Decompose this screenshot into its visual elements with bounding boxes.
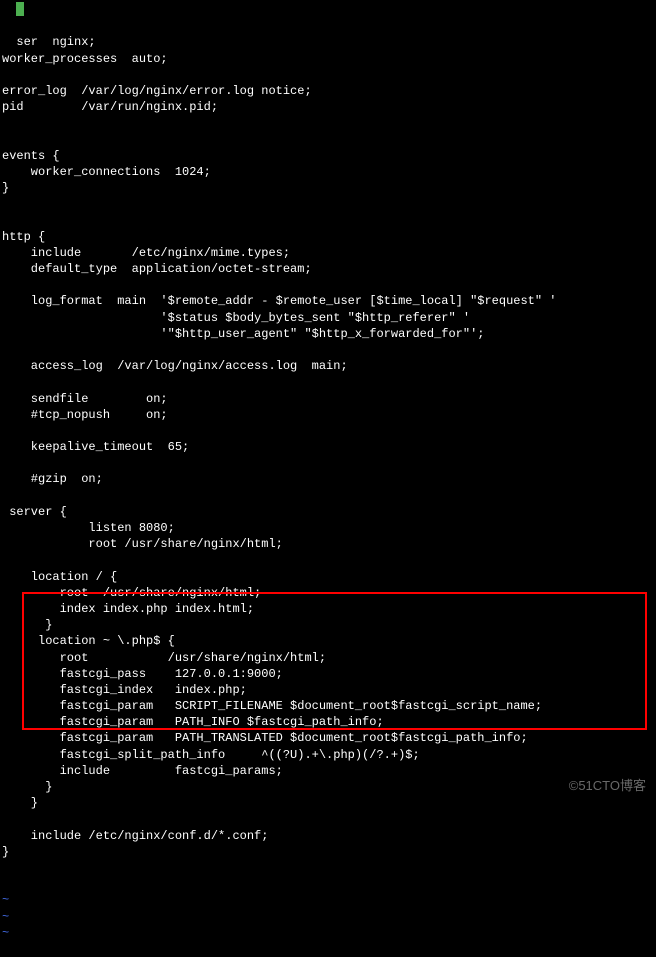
config-text: ser nginx; worker_processes auto; error_… <box>2 34 654 860</box>
tilde-lines: ~~~ <box>2 892 654 941</box>
terminal-content: ser nginx; worker_processes auto; error_… <box>2 2 654 957</box>
watermark-text: ©51CTO博客 <box>569 777 646 795</box>
